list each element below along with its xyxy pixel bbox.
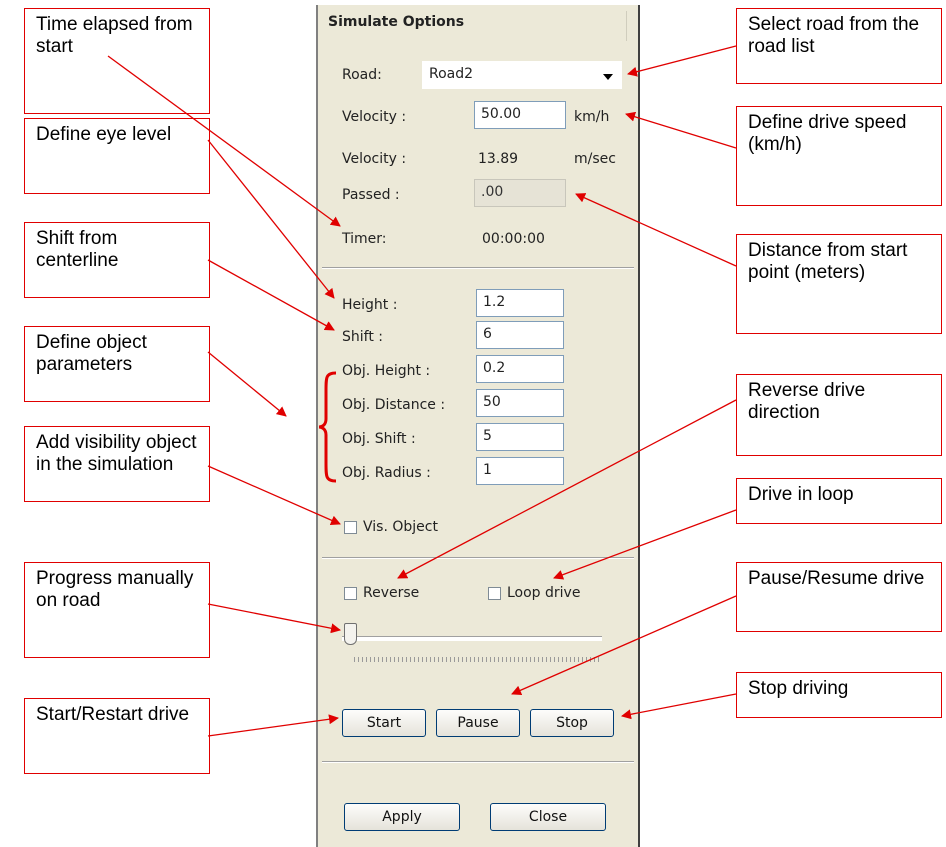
reverse-label: Reverse [363,585,420,601]
obj-distance-input[interactable]: 50 [476,389,564,417]
velocity-ms-unit: m/sec [574,151,616,167]
callout-visibility-object: Add visibility object in the simulation [24,426,210,502]
simulate-options-panel: Simulate Options Road: Road2 Velocity : … [316,5,640,847]
callout-shift-centerline: Shift from centerline [24,222,210,298]
object-params-brace [318,371,337,483]
obj-shift-label: Obj. Shift : [342,431,416,447]
velocity-kmh-unit: km/h [574,109,610,125]
passed-field: .00 [474,179,566,207]
obj-shift-input[interactable]: 5 [476,423,564,451]
velocity-kmh-label: Velocity : [342,109,407,125]
height-input[interactable]: 1.2 [476,289,564,317]
passed-label: Passed : [342,187,400,203]
chevron-down-icon[interactable] [603,74,613,80]
callout-object-params: Define object parameters [24,326,210,402]
arrow-drive-speed [625,111,737,149]
loop-drive-checkbox[interactable] [488,586,501,600]
section-divider [322,557,634,559]
vis-object-label: Vis. Object [363,519,438,535]
reverse-checkbox[interactable] [344,586,357,600]
obj-height-label: Obj. Height : [342,363,431,379]
arrow-object-params [207,351,287,417]
section-divider [322,267,634,269]
shift-label: Shift : [342,329,383,345]
callout-drive-speed: Define drive speed (km/h) [736,106,942,206]
loop-drive-checkbox-row[interactable]: Loop drive [488,585,580,601]
start-button[interactable]: Start [342,709,426,737]
apply-button[interactable]: Apply [344,803,460,831]
title-divider [626,11,627,41]
pause-button[interactable]: Pause [436,709,520,737]
callout-time-elapsed: Time elapsed from start [24,8,210,114]
loop-drive-label: Loop drive [507,585,581,601]
shift-input[interactable]: 6 [476,321,564,349]
callout-progress-manual: Progress manually on road [24,562,210,658]
callout-distance-start: Distance from start point (meters) [736,234,942,334]
callout-pause-resume: Pause/Resume drive [736,562,942,632]
obj-distance-label: Obj. Distance : [342,397,446,413]
arrow-select-road [627,45,737,77]
callout-stop-driving: Stop driving [736,672,942,718]
velocity-ms-value: 13.89 [478,151,519,167]
callout-reverse-direction: Reverse drive direction [736,374,942,456]
section-divider [322,761,634,763]
panel-title: Simulate Options [328,14,465,30]
height-label: Height : [342,297,398,313]
callout-start-restart: Start/Restart drive [24,698,210,774]
road-select-value: Road2 [429,66,474,82]
callout-select-road: Select road from the road list [736,8,942,84]
vis-object-checkbox-row[interactable]: Vis. Object [344,519,438,535]
stop-button[interactable]: Stop [530,709,614,737]
timer-label: Timer: [342,231,387,247]
velocity-kmh-input[interactable]: 50.00 [474,101,566,129]
obj-radius-label: Obj. Radius : [342,465,431,481]
slider-thumb[interactable] [344,623,357,645]
obj-radius-input[interactable]: 1 [476,457,564,485]
velocity-ms-label: Velocity : [342,151,407,167]
obj-height-input[interactable]: 0.2 [476,355,564,383]
vis-object-checkbox[interactable] [344,520,357,534]
road-label: Road: [342,67,382,83]
reverse-checkbox-row[interactable]: Reverse [344,585,419,601]
timer-value: 00:00:00 [482,231,545,247]
slider-ticks [354,657,602,662]
close-button[interactable]: Close [490,803,606,831]
road-select[interactable]: Road2 [422,61,622,89]
slider-track[interactable] [342,636,602,641]
callout-eye-level: Define eye level [24,118,210,194]
callout-drive-loop: Drive in loop [736,478,942,524]
progress-slider[interactable] [342,623,606,663]
